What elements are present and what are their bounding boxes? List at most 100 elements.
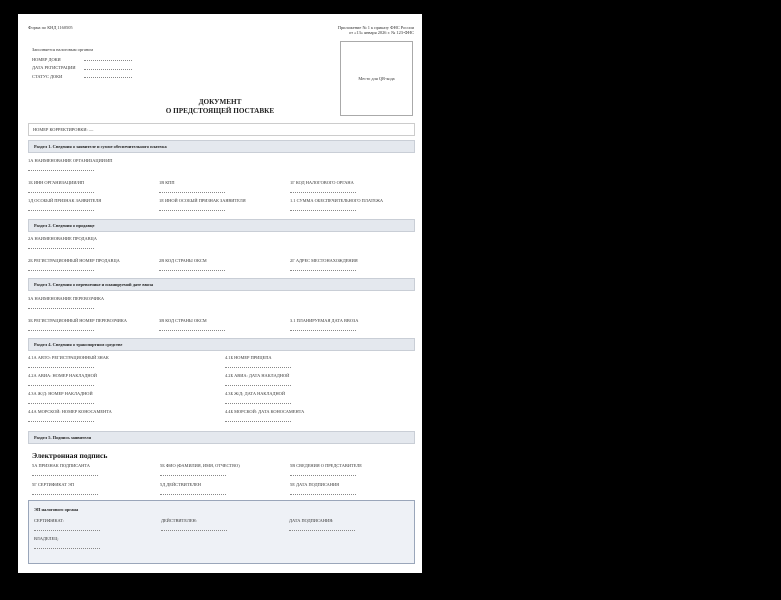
value-line xyxy=(160,491,226,495)
value-line xyxy=(290,491,356,495)
field-2b[interactable]: 2Б РЕГИСТРАЦИОННЫЙ НОМЕР ПРОДАВЦА xyxy=(28,258,120,271)
field-1d[interactable]: 1Д ОСОБЫЙ ПРИЗНАК ЗАЯВИТЕЛЯ xyxy=(28,198,101,211)
field-4-4b[interactable]: 4.4Б МОРСКОЙ: ДАТА КОНОСАМЕНТА xyxy=(225,409,305,422)
value-line xyxy=(28,305,94,309)
field-label: 5Е ДАТА ПОДПИСАНИЯ xyxy=(290,482,340,487)
field-4-2b[interactable]: 4.2Б АВИА: ДАТА НАКЛАДНОЙ xyxy=(225,373,291,386)
tax-authority-signature-box: ЭП налогового органа СЕРТИФИКАТ: ДЕЙСТВИ… xyxy=(28,500,415,564)
field-label: 5Б ФИО (ФАМИЛИЯ, ИМЯ, ОТЧЕСТВО) xyxy=(160,463,240,468)
value-line xyxy=(34,545,100,549)
value-line xyxy=(84,57,132,62)
field-5d[interactable]: 5Д ДЕЙСТВИТЕЛЕН xyxy=(160,482,226,495)
section-1-header: Раздел 1. Сведения о заявителе и сумме о… xyxy=(28,140,415,153)
field-4-1a[interactable]: 4.1А АВТО: РЕГИСТРАЦИОННЫЙ ЗНАК xyxy=(28,355,109,368)
section-5-title: Раздел 5. Подпись заявителя xyxy=(34,435,91,440)
document-title-line-2: О ПРЕДСТОЯЩЕЙ ПОСТАВКЕ xyxy=(165,106,275,115)
value-line xyxy=(28,400,94,404)
field-label: 1Е ИНОЙ ОСОБЫЙ ПРИЗНАК ЗАЯВИТЕЛЯ xyxy=(159,198,246,203)
document-page: Форма по КНД 1160505 Приложение № 1 к пр… xyxy=(18,14,422,573)
field-label: 4.3А Ж/Д: НОМЕР НАКЛАДНОЙ xyxy=(28,391,93,396)
field-5a[interactable]: 5А ПРИЗНАК ПОДПИСАНТА xyxy=(32,463,98,476)
field-3b[interactable]: 3Б РЕГИСТРАЦИОННЫЙ НОМЕР ПЕРЕВОЗЧИКА xyxy=(28,318,127,331)
field-2a[interactable]: 2А НАИМЕНОВАНИЕ ПРОДАВЦА xyxy=(28,236,97,249)
field-label: 4.2Б АВИА: ДАТА НАКЛАДНОЙ xyxy=(225,373,290,378)
field-label: 2Б РЕГИСТРАЦИОННЫЙ НОМЕР ПРОДАВЦА xyxy=(28,258,120,263)
value-line xyxy=(225,400,291,404)
qr-placeholder-label: Место для QR-кода xyxy=(358,76,395,81)
value-line xyxy=(84,66,132,70)
value-line xyxy=(28,245,94,249)
registration-row-label: НОМЕР ДОКИ xyxy=(32,56,61,62)
field-label: 4.2А АВИА: НОМЕР НАКЛАДНОЙ xyxy=(28,373,97,378)
value-line xyxy=(290,267,356,271)
field-label: 2А НАИМЕНОВАНИЕ ПРОДАВЦА xyxy=(28,236,97,241)
appendix-reference: Приложение № 1 к приказу ФНС России от «… xyxy=(338,25,414,35)
section-3-title: Раздел 3. Сведения о перевозчике и плани… xyxy=(34,282,154,287)
registration-block: Заполняется налоговым органом НОМЕР ДОКИ… xyxy=(32,47,132,80)
field-label: СЕРТИФИКАТ: xyxy=(34,518,65,523)
field-label: 1.1 СУММА ОБЕСПЕЧИТЕЛЬНОГО ПЛАТЕЖА xyxy=(290,198,384,203)
field-4-4a[interactable]: 4.4А МОРСКОЙ: НОМЕР КОНОСАМЕНТА xyxy=(28,409,112,422)
field-label: 4.4Б МОРСКОЙ: ДАТА КОНОСАМЕНТА xyxy=(225,409,305,414)
section-5-header: Раздел 5. Подпись заявителя xyxy=(28,431,415,444)
tax-es-certificate: СЕРТИФИКАТ: xyxy=(34,518,100,531)
field-label: 1А НАИМЕНОВАНИЕ ОРГАНИЗАЦИИ/ИП xyxy=(28,158,113,163)
field-label: 1Б ИНН ОРГАНИЗАЦИИ/ИП xyxy=(28,180,85,185)
value-line xyxy=(225,382,291,386)
field-3a[interactable]: 3А НАИМЕНОВАНИЕ ПЕРЕВОЗЧИКА xyxy=(28,296,105,309)
electronic-signature-title: Электронная подпись xyxy=(32,451,108,460)
field-2v[interactable]: 2В КОД СТРАНЫ ОКСМ xyxy=(159,258,225,271)
value-line xyxy=(28,267,94,271)
tax-es-owner: ВЛАДЕЛЕЦ: xyxy=(34,536,100,549)
field-label: 1В КПП xyxy=(159,180,175,185)
field-1v[interactable]: 1В КПП xyxy=(159,180,225,193)
field-3v[interactable]: 3В КОД СТРАНЫ ОКСМ xyxy=(159,318,225,331)
field-label: 5В СВЕДЕНИЯ О ПРЕДСТАВИТЕЛЕ xyxy=(290,463,362,468)
value-line xyxy=(28,364,94,368)
value-line xyxy=(28,382,94,386)
value-line xyxy=(28,167,94,171)
field-5e[interactable]: 5Е ДАТА ПОДПИСАНИЯ xyxy=(290,482,356,495)
value-line xyxy=(34,527,100,531)
section-3-header: Раздел 3. Сведения о перевозчике и плани… xyxy=(28,278,415,291)
value-line xyxy=(84,74,132,79)
field-5b[interactable]: 5Б ФИО (ФАМИЛИЯ, ИМЯ, ОТЧЕСТВО) xyxy=(160,463,240,476)
value-line xyxy=(159,189,225,193)
value-line xyxy=(28,189,94,193)
field-2g[interactable]: 2Г АДРЕС МЕСТОНАХОЖДЕНИЯ xyxy=(290,258,358,271)
field-1b[interactable]: 1Б ИНН ОРГАНИЗАЦИИ/ИП xyxy=(28,180,94,193)
section-2-header: Раздел 2. Сведения о продавце xyxy=(28,219,415,232)
field-4-2a[interactable]: 4.2А АВИА: НОМЕР НАКЛАДНОЙ xyxy=(28,373,97,386)
tax-es-valid: ДЕЙСТВИТЕЛЕН: xyxy=(161,518,227,531)
field-5g[interactable]: 5Г СЕРТИФИКАТ ЭП xyxy=(32,482,98,495)
field-label: 3А НАИМЕНОВАНИЕ ПЕРЕВОЗЧИКА xyxy=(28,296,105,301)
field-label: 1Г КОД НАЛОГОВОГО ОРГАНА xyxy=(290,180,354,185)
field-label: ДАТА ПОДПИСАНИЯ: xyxy=(289,518,334,523)
field-1-1[interactable]: 1.1 СУММА ОБЕСПЕЧИТЕЛЬНОГО ПЛАТЕЖА xyxy=(290,198,384,211)
field-5v[interactable]: 5В СВЕДЕНИЯ О ПРЕДСТАВИТЕЛЕ xyxy=(290,463,362,476)
field-4-1b[interactable]: 4.1Б НОМЕР ПРИЦЕПА xyxy=(225,355,291,368)
value-line xyxy=(160,472,226,476)
field-1e[interactable]: 1Е ИНОЙ ОСОБЫЙ ПРИЗНАК ЗАЯВИТЕЛЯ xyxy=(159,198,246,211)
registration-row: СТАТУС ДОКИ xyxy=(32,72,132,80)
field-1g[interactable]: 1Г КОД НАЛОГОВОГО ОРГАНА xyxy=(290,180,356,193)
section-4-title: Раздел 4. Сведения о транспортном средст… xyxy=(34,342,123,347)
value-line xyxy=(290,472,356,476)
field-label: 4.4А МОРСКОЙ: НОМЕР КОНОСАМЕНТА xyxy=(28,409,112,414)
section-4-header: Раздел 4. Сведения о транспортном средст… xyxy=(28,338,415,351)
field-4-3a[interactable]: 4.3А Ж/Д: НОМЕР НАКЛАДНОЙ xyxy=(28,391,94,404)
value-line xyxy=(290,207,356,211)
tax-es-title: ЭП налогового органа xyxy=(34,507,79,512)
field-4-3b[interactable]: 4.3Б Ж/Д: ДАТА НАКЛАДНОЙ xyxy=(225,391,291,404)
registration-title: Заполняется налоговым органом xyxy=(32,47,94,52)
field-label: ДЕЙСТВИТЕЛЕН: xyxy=(161,518,197,523)
value-line xyxy=(225,418,291,422)
value-line xyxy=(225,364,291,368)
tax-es-date: ДАТА ПОДПИСАНИЯ: xyxy=(289,518,355,531)
field-label: 2Г АДРЕС МЕСТОНАХОЖДЕНИЯ xyxy=(290,258,358,263)
registration-row: ДАТА РЕГИСТРАЦИИ xyxy=(32,64,132,72)
field-1a[interactable]: 1А НАИМЕНОВАНИЕ ОРГАНИЗАЦИИ/ИП xyxy=(28,158,113,171)
field-label: ВЛАДЕЛЕЦ: xyxy=(34,536,59,541)
form-code: Форма по КНД 1160505 xyxy=(28,25,73,30)
field-3-1[interactable]: 3.1 ПЛАНИРУЕМАЯ ДАТА ВВОЗА xyxy=(290,318,358,331)
